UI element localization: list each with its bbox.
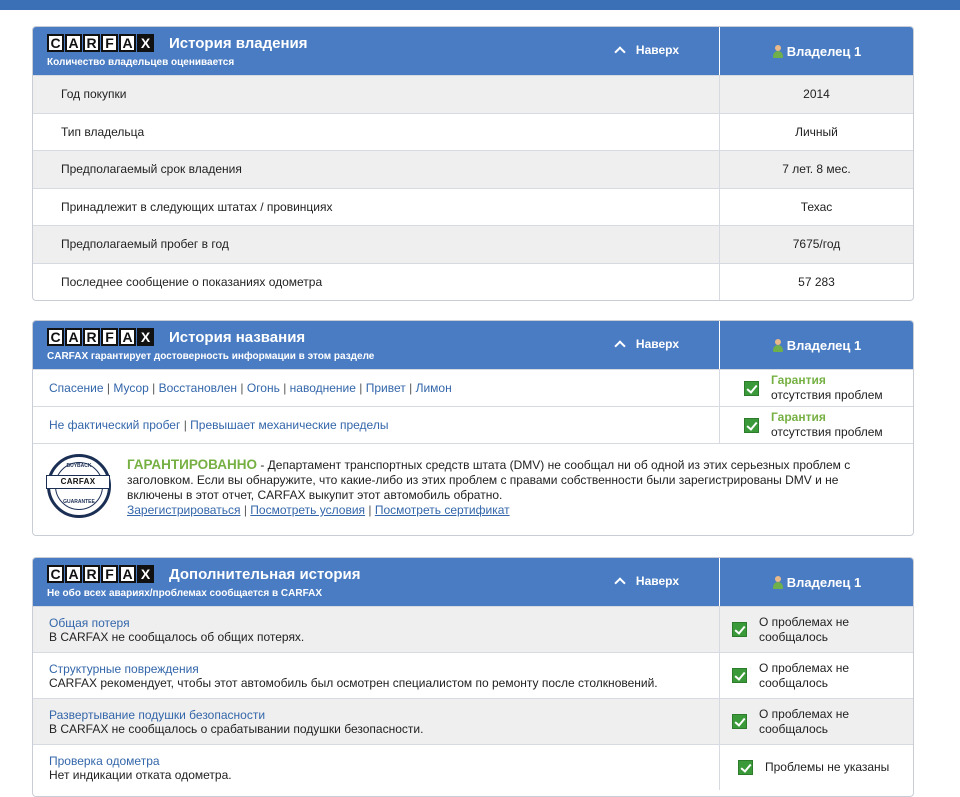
chevron-up-icon (614, 46, 626, 58)
owner-column-header: Владелец 1 (720, 321, 913, 369)
view-certificate-link[interactable]: Посмотреть сертификат (375, 503, 510, 517)
carfax-logo: CARFAX (47, 565, 154, 583)
odometer-check-link[interactable]: Проверка одометра (49, 754, 160, 768)
carfax-logo: CARFAX (47, 34, 154, 52)
register-link[interactable]: Зарегистрироваться (127, 503, 240, 517)
title-history-panel: CARFAX История названия CARFAX гарантиру… (32, 320, 914, 536)
guarantee-sublabel: отсутствия проблем (771, 388, 883, 402)
person-icon (772, 44, 784, 58)
table-row: Спасение | Мусор | Восстановлен | Огонь … (33, 369, 913, 406)
chevron-up-icon (614, 577, 626, 589)
check-icon (732, 714, 747, 729)
panel-header: CARFAX История названия CARFAX гарантиру… (33, 321, 913, 369)
table-row: Общая потеря В CARFAX не сообщалось об об… (33, 606, 913, 652)
table-row: Структурные повреждения CARFAX рекомендуе… (33, 652, 913, 698)
person-icon (772, 338, 784, 352)
additional-history-panel: CARFAX Дополнительная история Не обо все… (32, 557, 914, 797)
seal-logo: CARFAX (46, 475, 110, 489)
back-to-top-link[interactable]: Наверх (614, 574, 679, 589)
panel-subtitle: Количество владельцев оценивается (47, 57, 235, 68)
link-salvage[interactable]: Спасение (49, 381, 104, 395)
back-to-top-link[interactable]: Наверх (614, 43, 679, 58)
link-exceeds-mechanical-limits[interactable]: Превышает механические пределы (190, 418, 388, 432)
link-fire[interactable]: Огонь (247, 381, 280, 395)
table-row: Тип владельца Личный (33, 112, 913, 150)
ownership-history-panel: CARFAX История владения Количество владе… (32, 26, 914, 301)
panel-subtitle: Не обо всех авариях/проблемах сообщается… (47, 588, 323, 599)
panel-title: Дополнительная история (169, 566, 361, 583)
table-row: Развертывание подушки безопасности В CARF… (33, 698, 913, 744)
check-icon (732, 622, 747, 637)
check-icon (744, 417, 759, 433)
link-hail[interactable]: Привет (366, 381, 406, 395)
buyback-guarantee-box: BUYBACK CARFAX GUARANTEE ГАРАНТИРОВАННО … (33, 443, 913, 535)
panel-header: CARFAX История владения Количество владе… (33, 27, 913, 75)
panel-title: История названия (169, 329, 306, 346)
check-icon (744, 380, 759, 396)
link-flood[interactable]: наводнение (290, 381, 356, 395)
check-icon (738, 760, 753, 775)
check-icon (732, 668, 747, 683)
table-row: Последнее сообщение о показаниях одометр… (33, 262, 913, 300)
owner-column-header: Владелец 1 (720, 27, 913, 75)
back-to-top-link[interactable]: Наверх (614, 337, 679, 352)
buyback-guarantee-seal: BUYBACK CARFAX GUARANTEE (46, 454, 111, 518)
panel-subtitle: CARFAX гарантирует достоверность информа… (47, 351, 375, 362)
guarantee-headline: ГАРАНТИРОВАННО (127, 457, 257, 472)
structural-damage-link[interactable]: Структурные повреждения (49, 662, 199, 676)
link-junk[interactable]: Мусор (113, 381, 148, 395)
guarantee-sublabel: отсутствия проблем (771, 425, 883, 439)
owner-column-header: Владелец 1 (720, 558, 913, 606)
link-lemon[interactable]: Лимон (416, 381, 452, 395)
link-not-actual-mileage[interactable]: Не фактический пробег (49, 418, 180, 432)
table-row: Принадлежит в следующих штатах / провинц… (33, 187, 913, 225)
person-icon (772, 575, 784, 589)
carfax-logo: CARFAX (47, 328, 154, 346)
table-row: Год покупки 2014 (33, 75, 913, 113)
top-bar (0, 0, 960, 10)
guarantee-text: ГАРАНТИРОВАННО - Департамент транспортны… (127, 457, 851, 517)
table-row: Проверка одометра Нет индикации отката од… (33, 744, 913, 790)
guarantee-label: Гарантия (771, 373, 826, 387)
link-rebuilt[interactable]: Восстановлен (159, 381, 237, 395)
airbag-deployment-link[interactable]: Развертывание подушки безопасности (49, 708, 265, 722)
table-row: Не фактический пробег | Превышает механи… (33, 406, 913, 443)
table-row: Предполагаемый пробег в год 7675/год (33, 225, 913, 263)
guarantee-label: Гарантия (771, 410, 826, 424)
panel-title: История владения (169, 35, 308, 52)
total-loss-link[interactable]: Общая потеря (49, 616, 130, 630)
chevron-up-icon (614, 340, 626, 352)
view-terms-link[interactable]: Посмотреть условия (250, 503, 365, 517)
table-row: Предполагаемый срок владения 7 лет. 8 мес… (33, 150, 913, 188)
panel-header: CARFAX Дополнительная история Не обо все… (33, 558, 913, 606)
